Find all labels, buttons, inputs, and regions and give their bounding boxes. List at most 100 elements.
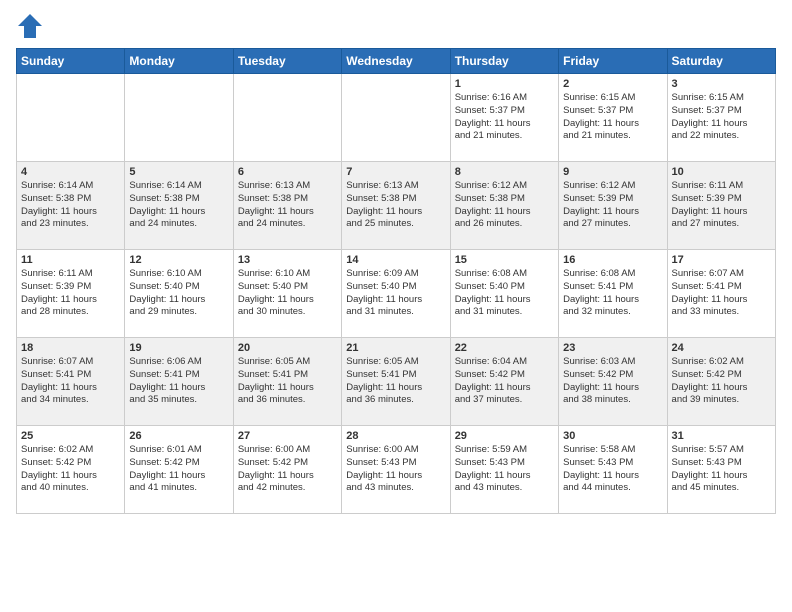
day-number: 2 [563,78,662,90]
calendar-cell [17,74,125,162]
day-number: 14 [346,254,445,266]
day-number: 5 [129,166,228,178]
day-info: Sunrise: 6:04 AM Sunset: 5:42 PM Dayligh… [455,356,554,407]
day-info: Sunrise: 6:09 AM Sunset: 5:40 PM Dayligh… [346,268,445,319]
day-info: Sunrise: 5:57 AM Sunset: 5:43 PM Dayligh… [672,444,771,495]
day-info: Sunrise: 6:00 AM Sunset: 5:42 PM Dayligh… [238,444,337,495]
calendar-cell: 28 Sunrise: 6:00 AM Sunset: 5:43 PM Dayli… [342,426,450,514]
day-number: 8 [455,166,554,178]
day-info: Sunrise: 6:12 AM Sunset: 5:38 PM Dayligh… [455,180,554,231]
calendar-cell: 8 Sunrise: 6:12 AM Sunset: 5:38 PM Daylig… [450,162,558,250]
day-info: Sunrise: 5:59 AM Sunset: 5:43 PM Dayligh… [455,444,554,495]
day-info: Sunrise: 6:10 AM Sunset: 5:40 PM Dayligh… [129,268,228,319]
calendar-cell: 1Sunrise: 6:16 AM Sunset: 5:37 PM Daylig… [450,74,558,162]
calendar-cell: 15Sunrise: 6:08 AM Sunset: 5:40 PM Dayli… [450,250,558,338]
calendar-cell: 13 Sunrise: 6:10 AM Sunset: 5:40 PM Dayli… [233,250,341,338]
page: SundayMondayTuesdayWednesdayThursdayFrid… [0,0,792,612]
calendar-cell: 27 Sunrise: 6:00 AM Sunset: 5:42 PM Dayli… [233,426,341,514]
day-number: 23 [563,342,662,354]
calendar-cell: 5Sunrise: 6:14 AM Sunset: 5:38 PM Daylig… [125,162,233,250]
day-info: Sunrise: 6:15 AM Sunset: 5:37 PM Dayligh… [563,92,662,143]
day-info: Sunrise: 5:58 AM Sunset: 5:43 PM Dayligh… [563,444,662,495]
day-number: 22 [455,342,554,354]
logo [16,12,48,40]
calendar-cell: 12 Sunrise: 6:10 AM Sunset: 5:40 PM Dayli… [125,250,233,338]
day-info: Sunrise: 6:05 AM Sunset: 5:41 PM Dayligh… [346,356,445,407]
day-number: 31 [672,430,771,442]
calendar-week-1: 1Sunrise: 6:16 AM Sunset: 5:37 PM Daylig… [17,74,776,162]
calendar-cell: 17Sunrise: 6:07 AM Sunset: 5:41 PM Dayli… [667,250,775,338]
day-info: Sunrise: 6:06 AM Sunset: 5:41 PM Dayligh… [129,356,228,407]
calendar-cell: 14 Sunrise: 6:09 AM Sunset: 5:40 PM Dayli… [342,250,450,338]
day-info: Sunrise: 6:13 AM Sunset: 5:38 PM Dayligh… [238,180,337,231]
calendar-week-2: 4 Sunrise: 6:14 AM Sunset: 5:38 PM Daylig… [17,162,776,250]
calendar-week-3: 11Sunrise: 6:11 AM Sunset: 5:39 PM Dayli… [17,250,776,338]
day-number: 16 [563,254,662,266]
calendar-cell: 16 Sunrise: 6:08 AM Sunset: 5:41 PM Dayli… [559,250,667,338]
day-info: Sunrise: 6:02 AM Sunset: 5:42 PM Dayligh… [21,444,120,495]
day-info: Sunrise: 6:12 AM Sunset: 5:39 PM Dayligh… [563,180,662,231]
calendar-cell: 19 Sunrise: 6:06 AM Sunset: 5:41 PM Dayli… [125,338,233,426]
weekday-header-wednesday: Wednesday [342,49,450,74]
day-info: Sunrise: 6:02 AM Sunset: 5:42 PM Dayligh… [672,356,771,407]
day-number: 7 [346,166,445,178]
day-number: 18 [21,342,120,354]
day-number: 6 [238,166,337,178]
day-number: 27 [238,430,337,442]
day-number: 19 [129,342,228,354]
calendar-cell: 31 Sunrise: 5:57 AM Sunset: 5:43 PM Dayli… [667,426,775,514]
weekday-header-thursday: Thursday [450,49,558,74]
day-number: 12 [129,254,228,266]
day-number: 10 [672,166,771,178]
calendar-cell: 6 Sunrise: 6:13 AM Sunset: 5:38 PM Daylig… [233,162,341,250]
day-number: 1 [455,78,554,90]
calendar-cell [342,74,450,162]
calendar-cell: 22 Sunrise: 6:04 AM Sunset: 5:42 PM Dayli… [450,338,558,426]
calendar-cell: 2 Sunrise: 6:15 AM Sunset: 5:37 PM Daylig… [559,74,667,162]
day-info: Sunrise: 6:08 AM Sunset: 5:41 PM Dayligh… [563,268,662,319]
day-info: Sunrise: 6:13 AM Sunset: 5:38 PM Dayligh… [346,180,445,231]
calendar-cell: 20Sunrise: 6:05 AM Sunset: 5:41 PM Dayli… [233,338,341,426]
day-number: 17 [672,254,771,266]
weekday-header-monday: Monday [125,49,233,74]
day-info: Sunrise: 6:03 AM Sunset: 5:42 PM Dayligh… [563,356,662,407]
day-number: 29 [455,430,554,442]
calendar-week-4: 18 Sunrise: 6:07 AM Sunset: 5:41 PM Dayli… [17,338,776,426]
day-info: Sunrise: 6:14 AM Sunset: 5:38 PM Dayligh… [21,180,120,231]
day-number: 28 [346,430,445,442]
day-info: Sunrise: 6:10 AM Sunset: 5:40 PM Dayligh… [238,268,337,319]
day-number: 30 [563,430,662,442]
weekday-header-saturday: Saturday [667,49,775,74]
header [16,12,776,40]
day-number: 9 [563,166,662,178]
day-number: 20 [238,342,337,354]
calendar-cell: 9 Sunrise: 6:12 AM Sunset: 5:39 PM Daylig… [559,162,667,250]
calendar-cell: 10Sunrise: 6:11 AM Sunset: 5:39 PM Dayli… [667,162,775,250]
calendar-cell: 30 Sunrise: 5:58 AM Sunset: 5:43 PM Dayli… [559,426,667,514]
day-info: Sunrise: 6:07 AM Sunset: 5:41 PM Dayligh… [21,356,120,407]
calendar-cell [233,74,341,162]
day-info: Sunrise: 6:00 AM Sunset: 5:43 PM Dayligh… [346,444,445,495]
day-number: 15 [455,254,554,266]
day-info: Sunrise: 6:15 AM Sunset: 5:37 PM Dayligh… [672,92,771,143]
calendar-cell: 26 Sunrise: 6:01 AM Sunset: 5:42 PM Dayli… [125,426,233,514]
day-info: Sunrise: 6:11 AM Sunset: 5:39 PM Dayligh… [21,268,120,319]
calendar-cell: 25 Sunrise: 6:02 AM Sunset: 5:42 PM Dayli… [17,426,125,514]
calendar-cell: 11Sunrise: 6:11 AM Sunset: 5:39 PM Dayli… [17,250,125,338]
day-number: 25 [21,430,120,442]
calendar-week-5: 25 Sunrise: 6:02 AM Sunset: 5:42 PM Dayli… [17,426,776,514]
weekday-header-row: SundayMondayTuesdayWednesdayThursdayFrid… [17,49,776,74]
calendar-cell: 29 Sunrise: 5:59 AM Sunset: 5:43 PM Dayli… [450,426,558,514]
calendar-cell: 7 Sunrise: 6:13 AM Sunset: 5:38 PM Daylig… [342,162,450,250]
day-number: 26 [129,430,228,442]
weekday-header-sunday: Sunday [17,49,125,74]
calendar-cell: 18 Sunrise: 6:07 AM Sunset: 5:41 PM Dayli… [17,338,125,426]
calendar-cell [125,74,233,162]
day-number: 13 [238,254,337,266]
logo-icon [16,12,44,40]
day-info: Sunrise: 6:01 AM Sunset: 5:42 PM Dayligh… [129,444,228,495]
day-number: 4 [21,166,120,178]
day-number: 3 [672,78,771,90]
calendar-cell: 21 Sunrise: 6:05 AM Sunset: 5:41 PM Dayli… [342,338,450,426]
day-number: 21 [346,342,445,354]
